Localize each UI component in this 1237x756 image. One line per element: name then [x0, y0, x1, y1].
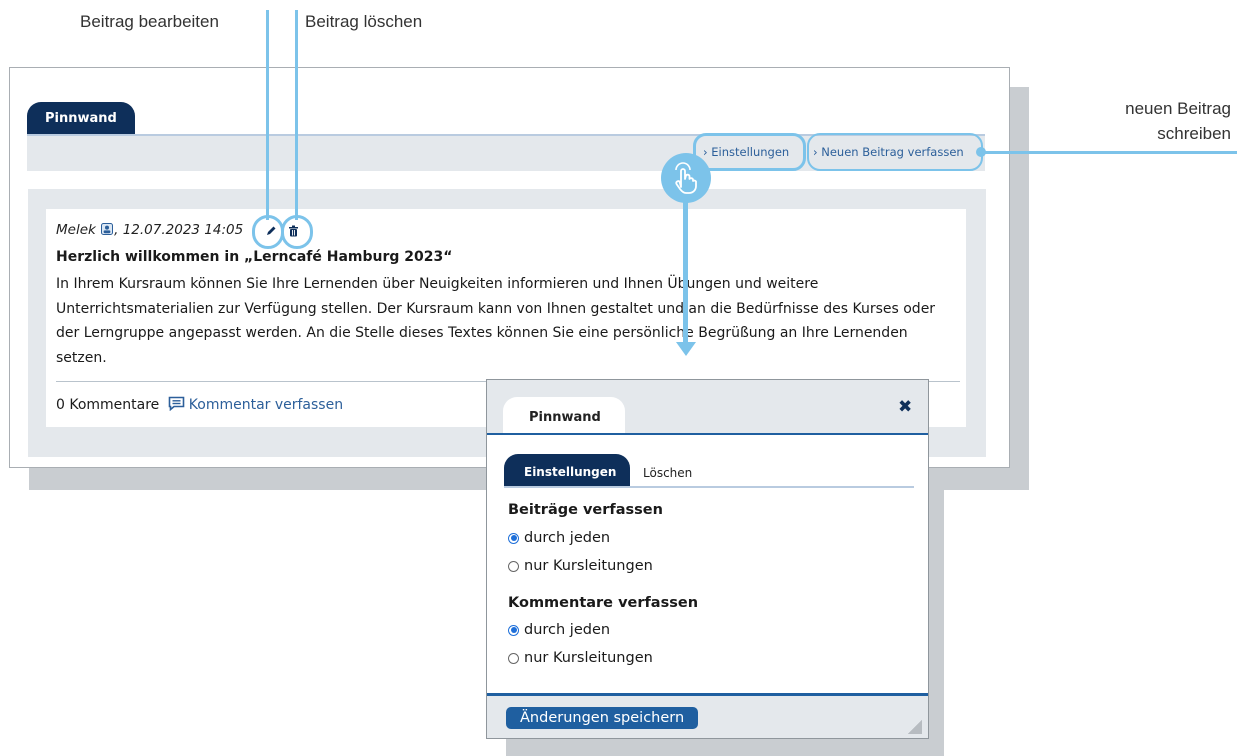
dialog-header: Pinnwand ✖: [487, 380, 928, 434]
connector-arrow-icon: [676, 342, 696, 356]
touch-indicator: [661, 153, 711, 203]
subtab-settings[interactable]: Einstellungen: [504, 454, 630, 488]
hand-pointer-icon: [675, 162, 697, 194]
callout-edit-line: [266, 10, 269, 220]
callout-delete-label: Beitrag löschen: [305, 12, 423, 31]
radio-selected[interactable]: [508, 532, 519, 544]
posts-option-leaders[interactable]: nur Kursleitungen: [508, 558, 653, 574]
posts-option-everyone[interactable]: durch jeden: [508, 530, 610, 546]
post-body: In Ihrem Kursraum können Sie Ihre Lernen…: [56, 276, 936, 366]
callout-new-post-line: [980, 151, 1237, 154]
dialog-footer: Änderungen speichern: [487, 696, 928, 738]
subtab-underline: [504, 486, 914, 488]
post-footer: 0 Kommentare Kommentar verfassen: [56, 396, 343, 413]
callout-new-post-line2: schreiben: [1157, 124, 1231, 143]
posts-permission-heading: Beiträge verfassen: [508, 502, 663, 518]
comment-icon[interactable]: [168, 396, 185, 412]
comments-permission-heading: Kommentare verfassen: [508, 595, 699, 611]
delete-highlight-ring: [281, 215, 313, 249]
post-meta: Melek , 12.07.2023 14:05: [56, 222, 243, 238]
dialog-header-line: [487, 433, 928, 435]
comments-count: 0 Kommentare: [56, 397, 160, 413]
post-author[interactable]: Melek: [56, 222, 96, 238]
close-icon[interactable]: ✖: [898, 397, 912, 417]
radio-unselected[interactable]: [508, 560, 519, 572]
radio-selected[interactable]: [508, 624, 519, 636]
callout-edit-label: Beitrag bearbeiten: [80, 12, 219, 31]
comments-option-leaders[interactable]: nur Kursleitungen: [508, 650, 653, 666]
new-post-dot: [976, 147, 986, 157]
comments-option-everyone-label: durch jeden: [524, 622, 611, 638]
comments-option-leaders-label: nur Kursleitungen: [524, 650, 653, 666]
callout-new-post-label: neuen Beitrag schreiben: [1125, 96, 1231, 146]
resize-grip-icon[interactable]: [908, 720, 922, 734]
posts-option-everyone-label: durch jeden: [524, 530, 611, 546]
radio-unselected[interactable]: [508, 652, 519, 664]
post-title: Herzlich willkommen in „Lerncafé Hamburg…: [56, 249, 453, 265]
subtab-delete[interactable]: Löschen: [643, 466, 692, 480]
edit-highlight-ring: [252, 215, 284, 249]
settings-highlight: [693, 133, 806, 171]
post-date: , 12.07.2023 14:05: [114, 222, 244, 238]
posts-option-leaders-label: nur Kursleitungen: [524, 558, 653, 574]
connector-line: [683, 190, 688, 350]
new-post-highlight: [807, 133, 983, 171]
write-comment-link[interactable]: Kommentar verfassen: [189, 397, 343, 413]
callout-new-post-line1: neuen Beitrag: [1125, 99, 1231, 118]
board-tab[interactable]: Pinnwand: [27, 102, 135, 136]
profile-icon[interactable]: [101, 223, 114, 235]
callout-delete-line: [295, 10, 298, 220]
dialog-tab[interactable]: Pinnwand: [503, 397, 625, 434]
comments-option-everyone[interactable]: durch jeden: [508, 622, 610, 638]
settings-dialog: Pinnwand ✖ Einstellungen Löschen Beiträg…: [486, 379, 929, 739]
save-button[interactable]: Änderungen speichern: [506, 707, 699, 729]
